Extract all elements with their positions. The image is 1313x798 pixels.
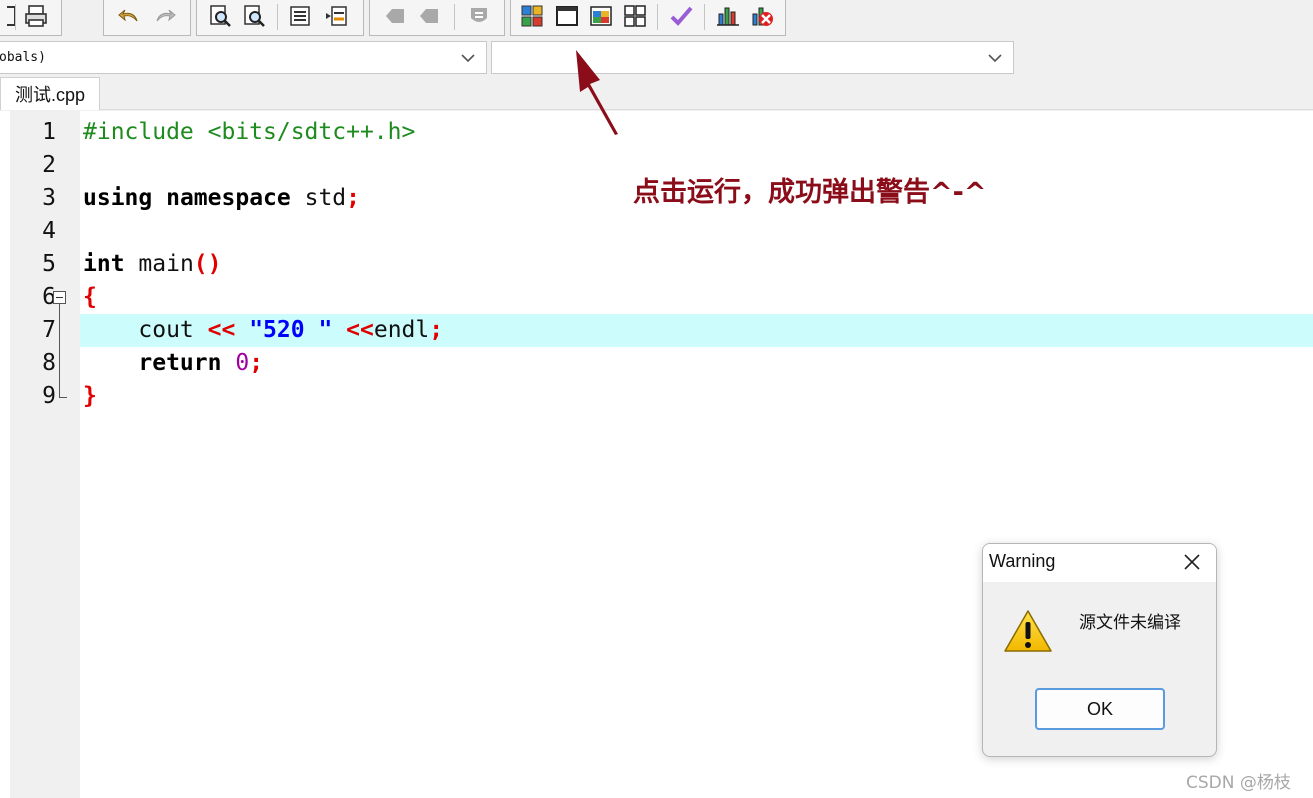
code-line-9: } [80, 380, 1313, 413]
toolbar [0, 0, 1313, 38]
semicolon: ; [346, 185, 360, 211]
editor-tabs: 测试.cpp [0, 77, 1313, 110]
redo-icon[interactable] [152, 3, 178, 29]
identifier: std [304, 185, 347, 211]
code-line-5: int main() [80, 248, 1313, 281]
code-line-7-current: cout << "520 " <<endl; [80, 314, 1313, 347]
identifier: main [138, 251, 194, 277]
gutter-edge [0, 111, 10, 798]
scope-combo[interactable]: obals) [0, 41, 487, 74]
fold-guide-end [59, 397, 67, 398]
line-number: 5 [42, 251, 56, 277]
keyword: return [138, 350, 222, 376]
operator: << [207, 317, 236, 343]
app-window: obals) 测试.cpp 1 2 3 4 5 6 7 8 9 #include… [0, 0, 1313, 798]
code-line-1: #include <bits/sdtc++.h> [80, 116, 1313, 149]
keyword: int [83, 251, 125, 277]
annotation-arrow-icon [576, 50, 618, 135]
toolbar-separator [454, 4, 455, 30]
toolbar-group-bookmarks [369, 0, 505, 36]
bookmark-next-icon[interactable] [416, 3, 442, 29]
dialog-title: Warning [989, 551, 1056, 571]
open-brace: { [83, 284, 97, 310]
bookmark-icon[interactable] [382, 3, 408, 29]
check-icon[interactable] [668, 3, 694, 29]
toolbar-group-build [510, 0, 786, 36]
line-number: 4 [42, 218, 56, 244]
toolbar-group-edit [103, 0, 191, 36]
preprocessor-directive: #include <bits/sdtc++.h> [83, 119, 416, 145]
operator: << [346, 317, 374, 343]
debug-stop-icon[interactable] [749, 3, 775, 29]
warning-icon [1003, 608, 1053, 658]
toolbar-separator [15, 4, 16, 30]
window-icon[interactable] [0, 3, 25, 29]
tab-label: 测试.cpp [15, 85, 86, 105]
line-number: 9 [42, 383, 56, 409]
chevron-down-icon [987, 50, 1003, 70]
semicolon: ; [429, 317, 444, 343]
line-number: 1 [42, 119, 56, 145]
run-icon[interactable] [554, 3, 580, 29]
parentheses: () [193, 251, 222, 277]
warning-dialog: Warning 源文件未编译 OK [982, 543, 1217, 757]
line-number: 7 [42, 317, 56, 343]
toolbar-separator [704, 4, 705, 30]
print-icon[interactable] [23, 3, 49, 29]
dialog-titlebar: Warning [983, 544, 1216, 582]
ok-button[interactable]: OK [1035, 688, 1165, 730]
fold-toggle-icon[interactable] [53, 291, 66, 304]
line-number: 3 [42, 185, 56, 211]
toolbar-separator [277, 4, 278, 30]
fold-guide [59, 304, 60, 397]
keyword: namespace [166, 185, 291, 211]
toolbar-group-file [0, 0, 62, 36]
toolbar-separator [657, 4, 658, 30]
line-number: 6 [42, 284, 56, 310]
indent-icon[interactable] [287, 3, 313, 29]
bookmark-clear-icon[interactable] [466, 3, 492, 29]
tab-file[interactable]: 测试.cpp [0, 77, 100, 110]
find-replace-icon[interactable] [241, 3, 267, 29]
toolbar-group-search [196, 0, 364, 36]
identifier: endl [373, 317, 430, 343]
string-literal: "520 " [249, 317, 333, 343]
close-brace: } [83, 383, 97, 409]
scope-combo-value: obals) [0, 50, 46, 65]
annotation-text: 点击运行，成功弹出警告^-^ [633, 177, 987, 208]
number-literal: 0 [235, 350, 250, 376]
rebuild-icon[interactable] [622, 3, 648, 29]
semicolon: ; [249, 350, 264, 376]
undo-icon[interactable] [116, 3, 142, 29]
code-line-8: return 0; [80, 347, 1313, 380]
chart-icon[interactable] [715, 3, 741, 29]
compile-icon[interactable] [519, 3, 545, 29]
code-line-6: { [80, 281, 1313, 314]
unindent-icon[interactable] [323, 3, 349, 29]
chevron-down-icon [460, 50, 476, 70]
keyword: using [83, 185, 153, 211]
find-icon[interactable] [207, 3, 233, 29]
close-icon[interactable] [1182, 552, 1202, 572]
line-number: 2 [42, 152, 56, 178]
line-gutter: 1 2 3 4 5 6 7 8 9 [10, 111, 80, 798]
line-number: 8 [42, 350, 56, 376]
watermark: CSDN @杨枝 [1186, 773, 1291, 793]
dialog-message: 源文件未编译 [1079, 613, 1181, 633]
compile-run-icon[interactable] [588, 3, 614, 29]
identifier: cout [138, 317, 194, 343]
